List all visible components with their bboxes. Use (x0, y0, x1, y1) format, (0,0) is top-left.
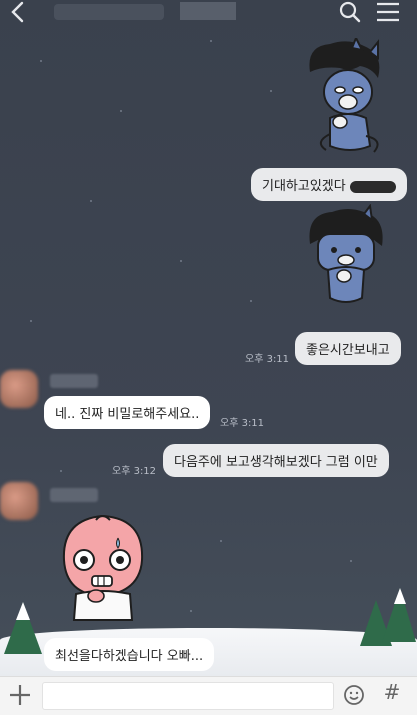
sender-name-blurred (50, 488, 98, 502)
message-text: 좋은시간보내고 (306, 343, 390, 358)
plus-icon[interactable] (8, 683, 32, 707)
message-input[interactable] (42, 682, 334, 710)
chevron-left-icon[interactable] (8, 0, 28, 24)
tree-decoration (4, 602, 42, 654)
message-text: 다음주에 보고생각해보겠다 그럼 이만 (174, 455, 378, 470)
avatar[interactable] (0, 370, 38, 408)
search-icon[interactable] (338, 0, 362, 24)
outgoing-message: 다음주에 보고생각해보겠다 그럼 이만 (163, 444, 389, 477)
cat-sticker (309, 204, 383, 303)
hamburger-menu-icon[interactable] (375, 0, 401, 24)
message-input-bar: # (0, 676, 417, 715)
message-time: 오후 3:12 (112, 466, 157, 477)
avatar[interactable] (0, 482, 38, 520)
message-text: 기대하고있겠다 (262, 179, 346, 194)
redaction-mark (349, 180, 396, 193)
tree-decoration (360, 588, 416, 646)
incoming-message: 네.. 진짜 비밀로해주세요.. (44, 396, 211, 429)
message-text: 네.. 진짜 비밀로해주세요.. (55, 407, 200, 422)
member-count-blurred (180, 2, 236, 20)
outgoing-message: 좋은시간보내고 (295, 332, 401, 365)
message-time: 오후 3:11 (220, 418, 265, 429)
chat-header (0, 0, 417, 28)
hashtag-button[interactable]: # (380, 680, 404, 708)
sender-name-blurred (50, 374, 98, 388)
outgoing-message: 기대하고있겠다 (251, 168, 407, 201)
incoming-message: 최선을다하겠습니다 오빠... (44, 638, 215, 671)
message-time: 오후 3:11 (245, 354, 290, 365)
peach-sticker (62, 514, 144, 621)
chat-title-blurred (54, 4, 164, 20)
emoji-icon[interactable] (343, 684, 365, 706)
cat-sticker (309, 38, 380, 153)
message-text: 최선을다하겠습니다 오빠... (55, 649, 204, 664)
